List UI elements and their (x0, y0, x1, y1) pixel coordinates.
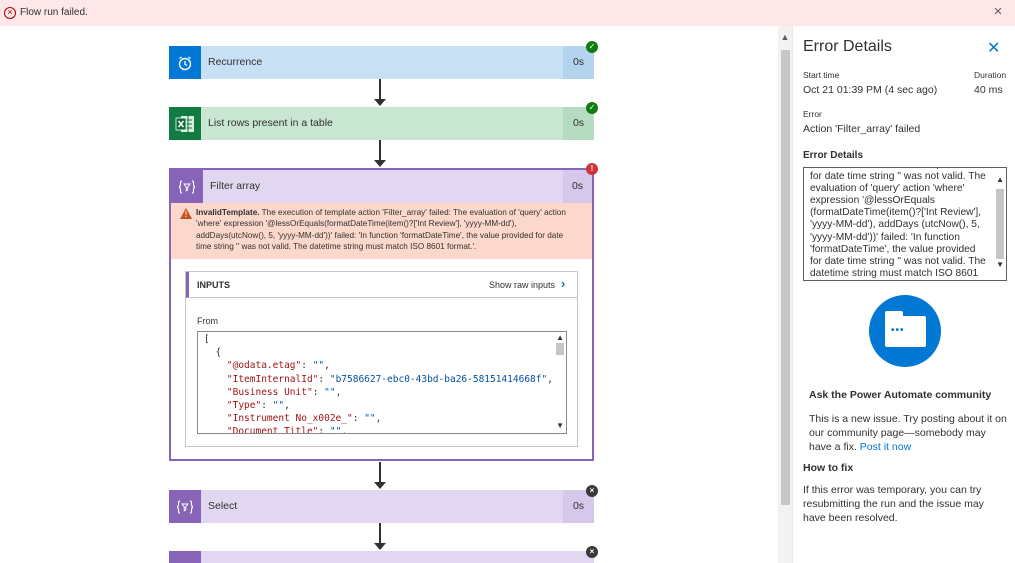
how-to-fix-heading: How to fix (803, 462, 854, 474)
start-time-label: Start time (803, 70, 840, 80)
chevron-down-icon[interactable]: ▼ (996, 260, 1004, 269)
show-raw-inputs-link[interactable]: Show raw inputs (489, 280, 555, 290)
scroll-thumb[interactable] (996, 189, 1004, 259)
post-it-now-link[interactable]: Post it now (860, 441, 911, 453)
code-content: [ { "@odata.etag": "", "ItemInternalId":… (204, 333, 553, 434)
error-message-panel: ! InvalidTemplate. The execution of temp… (171, 203, 592, 259)
error-status-icon: ! (586, 163, 598, 175)
step-list-rows[interactable]: List rows present in a table 0s (169, 107, 594, 140)
code-line: "Business Unit": "", (226, 386, 342, 398)
inputs-section: INPUTS Show raw inputs › From [ { "@odat… (185, 271, 578, 447)
arrow-down-icon (374, 482, 386, 489)
step-title: Filter array (210, 180, 261, 192)
filter-array-header[interactable]: Filter array 0s (171, 170, 592, 203)
close-icon[interactable]: ✕ (987, 38, 1000, 58)
error-details-textbox[interactable]: 'formatDateTime', the value provided for… (803, 167, 1007, 281)
error-details-text: 'formatDateTime', the value provided for… (810, 168, 986, 280)
skipped-status-icon: × (586, 485, 598, 497)
details-scrollbar[interactable]: ▲ ▼ (994, 168, 1006, 280)
inputs-label: INPUTS (197, 280, 231, 290)
success-check-icon: ✓ (586, 102, 598, 114)
banner-message: Flow run failed. (20, 7, 88, 18)
error-details-panel: Error Details ✕ Start time Oct 21 01:39 … (793, 26, 1015, 563)
step-title: List rows present in a table (208, 117, 333, 129)
code-line: "Document Title": "", (226, 426, 348, 434)
alarm-clock-icon (169, 46, 201, 79)
code-line: { (204, 347, 222, 359)
arrow-down-icon (374, 160, 386, 167)
data-operation-icon (169, 490, 201, 523)
community-heading: Ask the Power Automate community (809, 389, 992, 401)
panel-title: Error Details (803, 38, 892, 55)
step-title: Select (208, 500, 238, 512)
community-folder-icon: ••• (869, 295, 941, 367)
data-operation-icon (169, 551, 201, 563)
connector-line (379, 140, 381, 161)
inputs-header: INPUTS Show raw inputs › (186, 272, 577, 298)
from-code-viewer[interactable]: [ { "@odata.etag": "", "ItemInternalId":… (197, 331, 567, 434)
connector-line (379, 79, 381, 100)
community-text: This is a new issue. Try posting about i… (809, 413, 1007, 453)
error-label: Error (803, 109, 822, 119)
code-scrollbar[interactable]: ▲ ▼ (554, 332, 566, 433)
step-select[interactable]: Select 0s (169, 490, 594, 523)
skipped-status-icon: × (586, 546, 598, 558)
error-circle-icon: × (4, 7, 16, 19)
canvas-scroll-thumb[interactable] (781, 50, 790, 505)
chevron-up-icon[interactable]: ▲ (996, 175, 1004, 184)
how-to-fix-text: If this error was temporary, you can try… (803, 484, 984, 524)
arrow-down-icon (374, 543, 386, 550)
data-operation-icon (171, 170, 203, 203)
connector-line (379, 462, 381, 483)
code-line: "Type": "", (226, 400, 290, 412)
connector-line (379, 523, 381, 544)
step-title: Recurrence (208, 56, 263, 68)
code-line: "Instrument No_x002e_": "", (226, 413, 382, 425)
code-line: [ (204, 334, 210, 345)
start-time-value: Oct 21 01:39 PM (4 sec ago) (803, 84, 938, 96)
code-line: "ItemInternalId": "b7586627-ebc0-43bd-ba… (226, 373, 553, 385)
step-filter-array[interactable]: Filter array 0s ! InvalidTemplate. The e… (169, 168, 594, 461)
step-next[interactable] (169, 551, 594, 563)
chevron-right-icon[interactable]: › (561, 277, 565, 291)
step-recurrence[interactable]: Recurrence 0s (169, 46, 594, 79)
chevron-up-icon[interactable]: ▲ (556, 333, 564, 342)
step-duration: 0s (563, 170, 592, 203)
scroll-thumb[interactable] (556, 343, 564, 355)
error-banner: × Flow run failed. × (0, 0, 1015, 26)
error-value: Action 'Filter_array' failed (803, 123, 921, 135)
error-text: InvalidTemplate. The execution of templa… (196, 207, 571, 253)
flow-run-page: × Flow run failed. × Recurrence 0s ✓ Lis… (0, 0, 1015, 563)
scroll-up-icon[interactable]: ▲ (780, 32, 790, 42)
success-check-icon: ✓ (586, 41, 598, 53)
from-label: From (197, 316, 218, 326)
arrow-down-icon (374, 99, 386, 106)
error-code: InvalidTemplate. (196, 208, 260, 217)
error-details-heading: Error Details (803, 150, 864, 161)
close-icon[interactable]: × (991, 4, 1005, 20)
chevron-down-icon[interactable]: ▼ (556, 421, 564, 430)
excel-icon (169, 107, 201, 140)
duration-value: 40 ms (974, 84, 1003, 96)
code-line: "@odata.etag": "", (226, 360, 330, 372)
duration-label: Duration (974, 70, 1007, 80)
